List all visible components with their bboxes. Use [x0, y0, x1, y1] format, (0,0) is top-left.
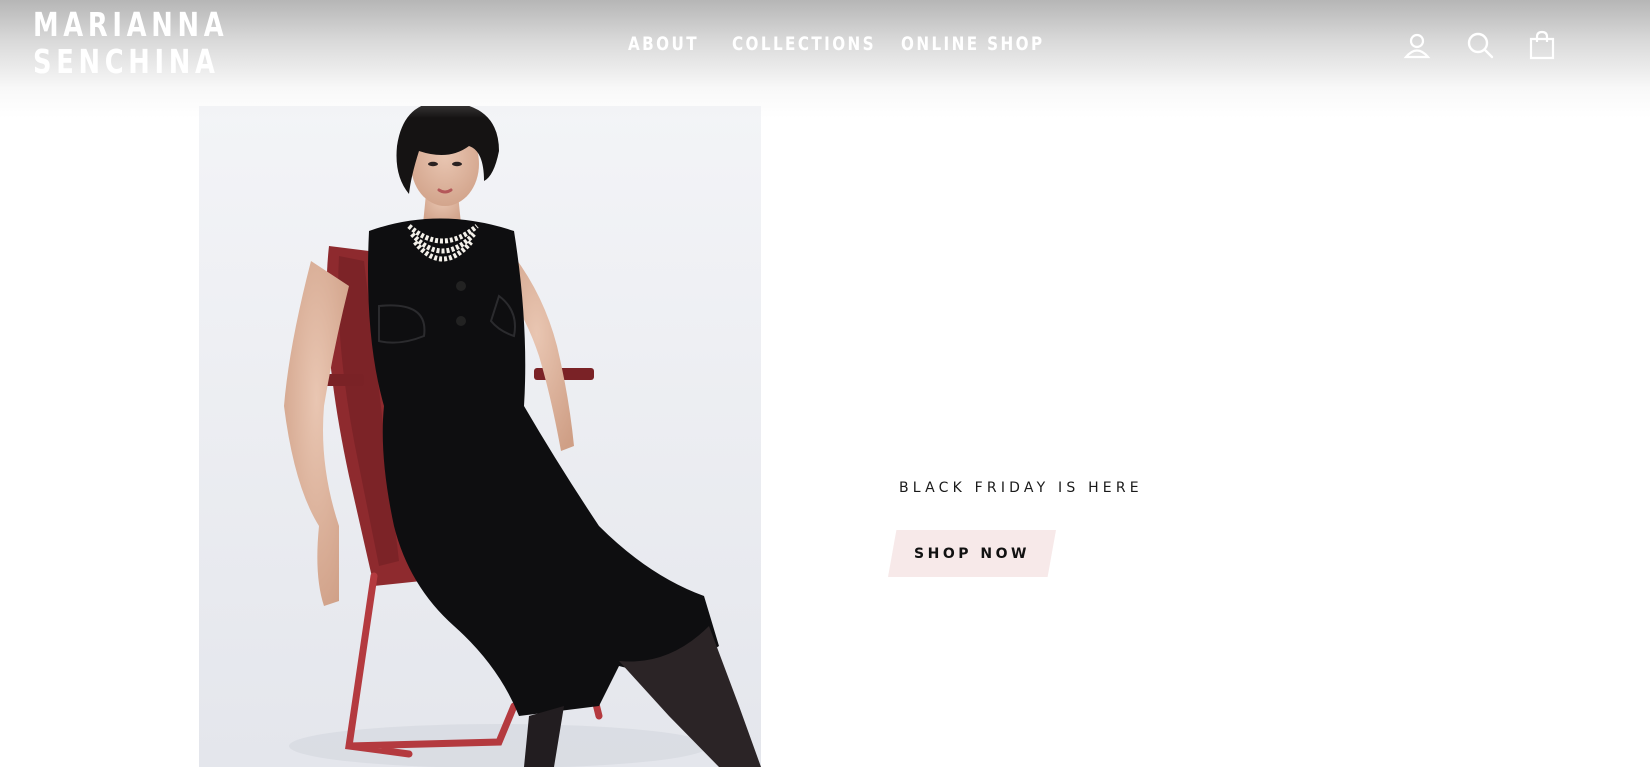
hero-image	[199, 106, 761, 767]
page: MARIANNA SENCHINA ABOUT COLLECTIONS ONLI…	[0, 0, 1650, 767]
promo-heading: BLACK FRIDAY IS HERE	[899, 480, 1143, 496]
cart-icon[interactable]	[1527, 30, 1557, 60]
search-icon[interactable]	[1465, 30, 1495, 60]
logo-line-1: MARIANNA	[33, 5, 229, 44]
logo-line-2: SENCHINA	[33, 42, 220, 81]
nav-about[interactable]: ABOUT	[628, 33, 699, 55]
account-icon[interactable]	[1402, 30, 1432, 60]
brand-logo[interactable]: MARIANNA SENCHINA	[33, 6, 228, 80]
shop-now-button[interactable]: SHOP NOW	[888, 530, 1056, 577]
site-header: MARIANNA SENCHINA ABOUT COLLECTIONS ONLI…	[0, 0, 1650, 118]
nav-online-shop[interactable]: ONLINE SHOP	[901, 33, 1045, 55]
shop-now-label: SHOP NOW	[914, 545, 1030, 562]
nav-collections[interactable]: COLLECTIONS	[732, 33, 876, 55]
